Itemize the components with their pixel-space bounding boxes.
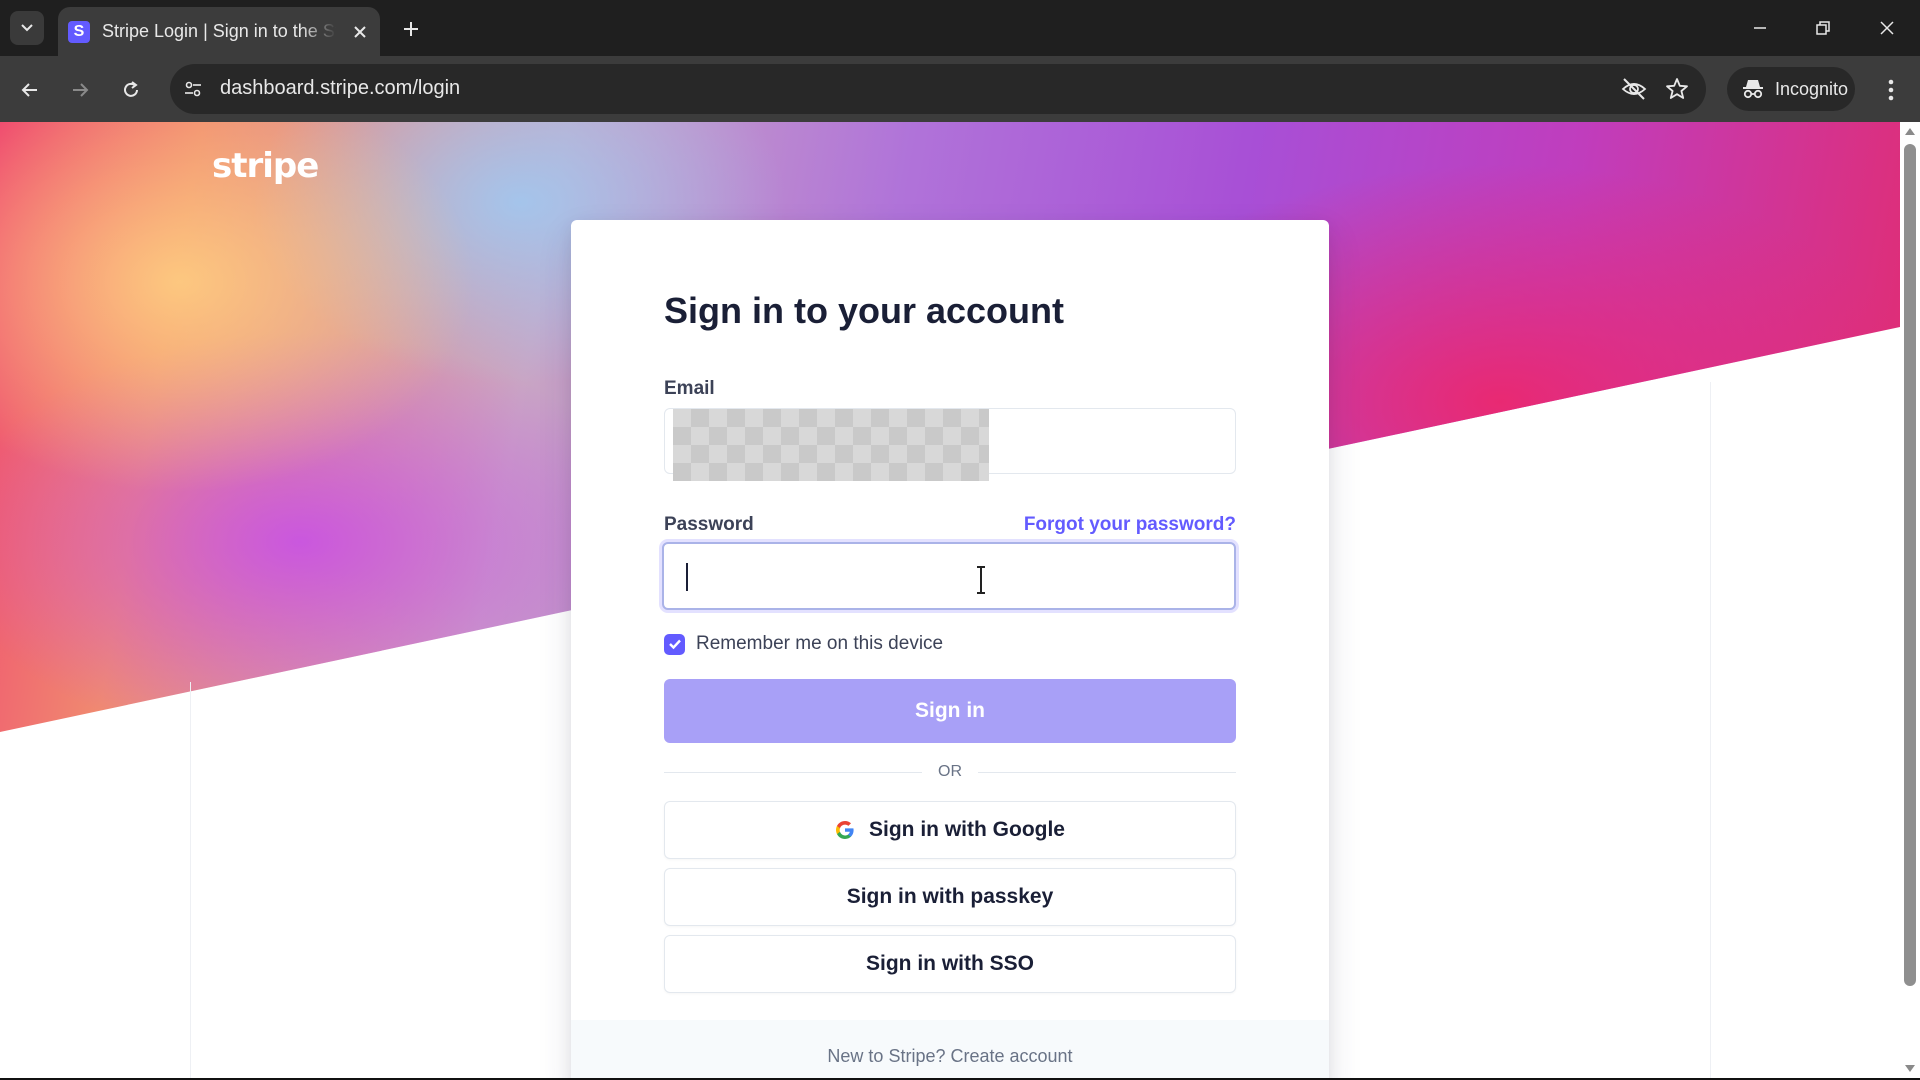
scroll-down-arrow-icon[interactable]: [1905, 1065, 1915, 1072]
grid-line: [1710, 382, 1711, 1078]
address-url[interactable]: dashboard.stripe.com/login: [220, 77, 460, 100]
sign-in-button[interactable]: Sign in: [664, 679, 1236, 743]
stripe-favicon-icon: S: [68, 20, 90, 43]
or-text: OR: [938, 763, 962, 780]
stripe-logo[interactable]: stripe: [212, 146, 319, 186]
browser-tab-active[interactable]: S Stripe Login | Sign in to the Stripe D…: [58, 7, 380, 56]
divider-line: [664, 771, 922, 773]
divider-line: [978, 771, 1236, 773]
arrow-right-icon: [73, 83, 89, 97]
remember-me-label[interactable]: Remember me on this device: [696, 633, 943, 655]
tab-search-button[interactable]: [10, 11, 44, 45]
google-button-label: Sign in with Google: [869, 818, 1065, 841]
site-info-button[interactable]: [180, 76, 206, 102]
forgot-password-link[interactable]: Forgot your password?: [1024, 514, 1236, 536]
email-field[interactable]: [664, 408, 1236, 481]
close-window-button[interactable]: [1867, 12, 1907, 44]
star-icon: [1666, 78, 1688, 99]
restore-icon: [1816, 21, 1830, 35]
browser-toolbar: dashboard.stripe.com/login Incognito: [0, 56, 1920, 122]
tune-icon: [185, 81, 201, 97]
create-account-text[interactable]: New to Stripe? Create account: [571, 1046, 1329, 1067]
scroll-up-arrow-icon[interactable]: [1905, 128, 1915, 135]
remember-me-checkbox[interactable]: [664, 633, 685, 655]
bookmark-button[interactable]: [1664, 76, 1692, 102]
reload-icon: [124, 81, 138, 97]
scrollbar-thumb[interactable]: [1904, 144, 1916, 986]
page-viewport: stripe Sign in to your account Email Pas…: [0, 122, 1900, 1078]
more-vertical-icon: [1888, 79, 1894, 101]
tab-close-button[interactable]: [348, 20, 372, 44]
incognito-indicator[interactable]: Incognito: [1727, 67, 1855, 111]
tracking-protection-button[interactable]: [1620, 76, 1648, 102]
email-label: Email: [664, 378, 715, 399]
password-field[interactable]: [662, 542, 1236, 610]
google-icon: [836, 821, 854, 839]
sso-button-label: Sign in with SSO: [866, 952, 1034, 975]
ibeam-cursor-icon: [977, 566, 985, 594]
passkey-button-label: Sign in with passkey: [846, 885, 1054, 908]
sign-in-sso-button[interactable]: Sign in with SSO: [664, 935, 1236, 993]
plus-icon: [404, 22, 418, 36]
eye-off-icon: [1621, 78, 1647, 100]
address-bar[interactable]: dashboard.stripe.com/login: [170, 64, 1706, 114]
minimize-button[interactable]: [1740, 12, 1780, 44]
forward-button[interactable]: [63, 73, 97, 107]
back-button[interactable]: [13, 73, 47, 107]
incognito-label: Incognito: [1775, 78, 1849, 99]
sign-in-google-button[interactable]: Sign in with Google: [664, 801, 1236, 859]
arrow-left-icon: [21, 83, 37, 97]
page-scrollbar[interactable]: [1900, 122, 1920, 1078]
new-tab-button[interactable]: [396, 14, 426, 44]
incognito-icon: [1743, 80, 1763, 99]
tab-title: Stripe Login | Sign in to the Stripe Das…: [102, 21, 336, 41]
close-icon: [354, 25, 366, 38]
login-card: Sign in to your account Email Password F…: [571, 220, 1329, 1078]
page-title: Sign in to your account: [664, 290, 1065, 331]
remember-me-row[interactable]: Remember me on this device: [664, 633, 943, 655]
redacted-email-value: [673, 409, 989, 481]
browser-menu-button[interactable]: [1876, 74, 1906, 106]
browser-titlebar: S Stripe Login | Sign in to the Stripe D…: [0, 0, 1920, 56]
password-label: Password: [664, 514, 754, 535]
reload-button[interactable]: [114, 73, 148, 107]
sign-in-passkey-button[interactable]: Sign in with passkey: [664, 868, 1236, 926]
text-caret: [686, 563, 688, 591]
or-divider: OR: [664, 760, 1236, 784]
close-icon: [1880, 21, 1894, 35]
minimize-icon: [1754, 27, 1766, 29]
checkmark-icon: [668, 639, 681, 650]
card-footer: New to Stripe? Create account: [571, 1020, 1329, 1078]
grid-line: [190, 682, 191, 1078]
chevron-down-icon: [21, 24, 33, 32]
restore-button[interactable]: [1803, 12, 1843, 44]
